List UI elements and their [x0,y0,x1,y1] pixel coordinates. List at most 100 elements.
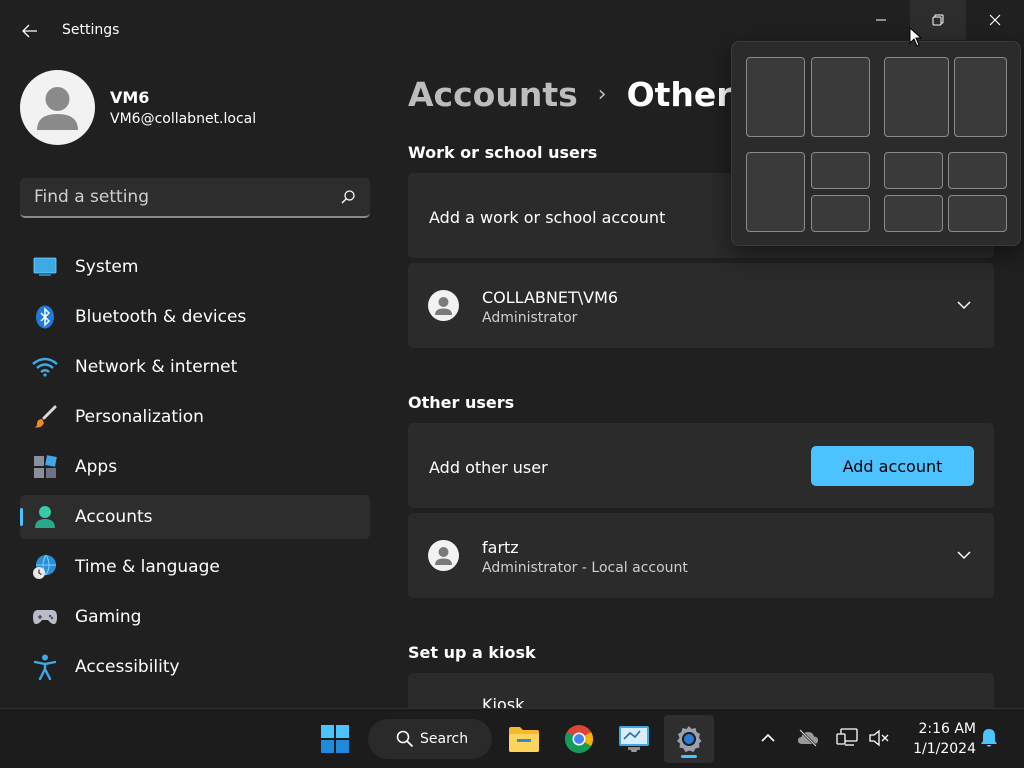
avatar[interactable] [20,70,95,145]
file-explorer-icon [509,727,539,752]
add-other-user-card: Add other user Add account [408,423,994,508]
onedrive-offline-icon [798,729,818,747]
sidebar-item-label: Personalization [75,407,204,427]
snap-zone[interactable] [746,152,805,232]
snap-zone[interactable] [884,57,949,137]
kiosk-card[interactable]: Kiosk [408,673,994,713]
sidebar-item-label: Bluetooth & devices [75,307,247,327]
close-button[interactable] [967,0,1023,40]
minimize-button[interactable] [853,0,909,40]
breadcrumb-separator: › [597,81,607,107]
section-header-kiosk: Set up a kiosk [408,643,536,662]
sidebar-item-gaming[interactable]: Gaming [20,595,370,639]
chevron-down-icon[interactable] [956,547,972,563]
snap-zone[interactable] [811,195,870,232]
snap-zone[interactable] [948,152,1007,189]
start-icon [321,725,349,753]
add-other-user-label: Add other user [429,458,548,477]
sidebar-item-label: Time & language [75,557,220,577]
notifications-button[interactable] [978,727,1000,749]
snap-zone[interactable] [954,57,1007,137]
user-role: Administrator [482,310,578,326]
system-icon [32,255,58,279]
sidebar-nav: System Bluetooth & devices Network & int… [20,245,370,695]
accounts-icon [32,505,58,529]
accessibility-icon [32,654,58,680]
snap-zone[interactable] [884,195,943,232]
network-icon [836,728,858,746]
person-icon [435,297,452,315]
snap-zone[interactable] [746,57,805,137]
section-header-work: Work or school users [408,143,598,162]
search-input[interactable] [20,178,330,216]
user-card-collabnet-vm6[interactable]: COLLABNET\VM6 Administrator [408,263,994,348]
gamepad-icon [32,605,58,629]
person-icon [37,87,78,130]
taskbar-remote-desktop[interactable] [616,721,652,757]
globe-clock-icon [32,554,58,579]
person-icon [435,547,452,565]
user-avatar [428,540,459,571]
taskbar-file-explorer[interactable] [506,721,542,757]
snap-layouts-flyout [731,41,1021,246]
add-account-button[interactable]: Add account [811,446,974,486]
snap-zone[interactable] [811,152,870,189]
sidebar-item-personalization[interactable]: Personalization [20,395,370,439]
apps-icon [32,455,58,479]
taskbar-search[interactable]: Search [368,719,492,759]
taskbar: Search 2:16 AM 1/1/2024 [0,708,1024,768]
snap-zone[interactable] [884,152,943,189]
user-avatar [428,290,459,321]
breadcrumb: Accounts › Other U [408,72,771,116]
sidebar-item-system[interactable]: System [20,245,370,289]
wifi-icon [32,355,58,379]
sidebar-item-label: System [75,257,139,277]
paintbrush-icon [32,405,58,429]
search-box[interactable] [20,178,370,218]
sidebar-item-label: Accounts [75,507,153,527]
arrow-left-icon [22,24,37,38]
volume-muted-icon [869,729,889,747]
tray-network[interactable] [836,727,858,749]
user-name: fartz [482,538,519,557]
tray-volume[interactable] [868,727,890,749]
start-button[interactable] [317,721,353,757]
tray-onedrive[interactable] [797,727,819,749]
sidebar-item-label: Gaming [75,607,142,627]
show-hidden-icons-button[interactable] [757,727,779,749]
mouse-cursor-icon [909,27,923,47]
profile-email: VM6@collabnet.local [110,111,257,127]
breadcrumb-parent[interactable]: Accounts [408,75,578,114]
active-indicator [20,508,23,526]
profile-name: VM6 [110,88,150,107]
taskbar-clock[interactable]: 2:16 AM 1/1/2024 [904,719,976,759]
sidebar-item-time-language[interactable]: Time & language [20,545,370,589]
snap-zone[interactable] [811,57,870,137]
taskbar-settings[interactable] [664,715,714,763]
active-window-indicator [681,755,697,758]
taskbar-search-label: Search [420,731,469,747]
back-button[interactable] [14,16,46,46]
sidebar-item-apps[interactable]: Apps [20,445,370,489]
user-card-fartz[interactable]: fartz Administrator - Local account [408,513,994,598]
chevron-up-icon [761,733,775,742]
chrome-icon [564,725,593,754]
clock-date: 1/1/2024 [913,741,976,757]
user-name: COLLABNET\VM6 [482,288,619,307]
snap-zone[interactable] [948,195,1007,232]
bluetooth-icon [32,305,58,329]
sidebar-item-bluetooth[interactable]: Bluetooth & devices [20,295,370,339]
chevron-down-icon[interactable] [956,297,972,313]
taskbar-chrome[interactable] [561,721,597,757]
sidebar-item-accounts[interactable]: Accounts [20,495,370,539]
restore-icon [932,14,944,26]
sidebar-item-label: Network & internet [75,357,238,377]
close-icon [989,14,1001,26]
sidebar-item-label: Apps [75,457,118,477]
sidebar-item-accessibility[interactable]: Accessibility [20,645,370,689]
app-title: Settings [62,22,120,38]
search-icon[interactable] [340,189,356,205]
search-icon [396,730,414,748]
user-role: Administrator - Local account [482,560,688,576]
sidebar-item-network[interactable]: Network & internet [20,345,370,389]
